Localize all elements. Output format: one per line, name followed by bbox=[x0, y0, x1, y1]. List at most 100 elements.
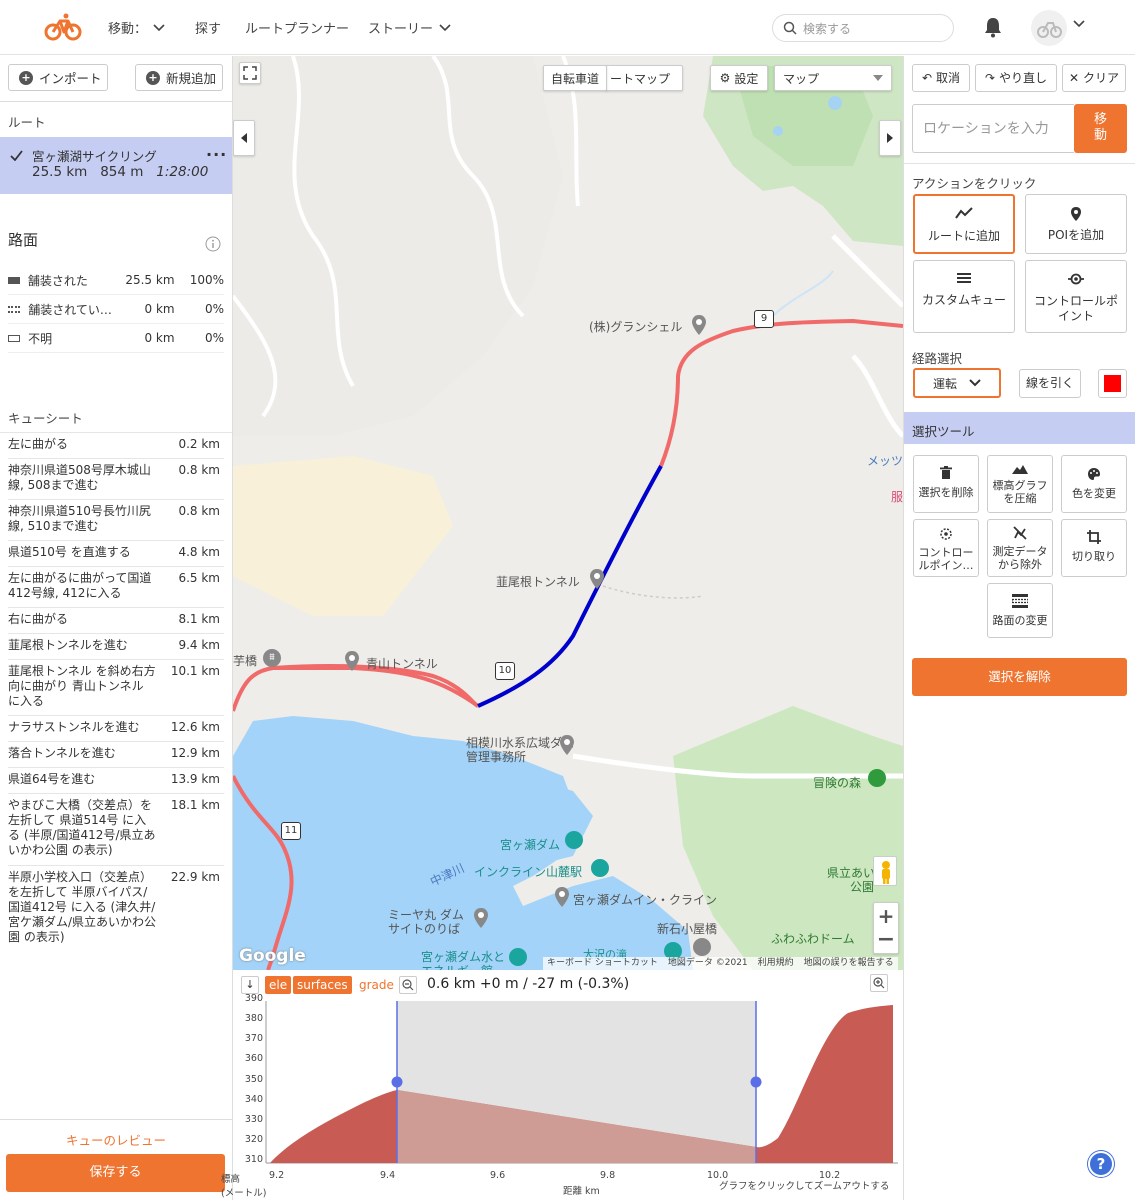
attraction-icon[interactable] bbox=[591, 859, 609, 877]
collapse-elevation-button[interactable]: ↓ bbox=[241, 976, 259, 994]
keyboard-shortcuts-link[interactable]: キーボード ショートカット bbox=[547, 957, 658, 970]
settings-button[interactable]: ⚙ 設定 bbox=[710, 65, 768, 91]
bridge-icon[interactable]: ⩩ bbox=[263, 649, 281, 667]
street-view-pegman[interactable] bbox=[873, 856, 897, 886]
surface-percent: 0% bbox=[204, 331, 225, 345]
shortcut-map-button[interactable]: ートマップ bbox=[605, 65, 683, 91]
map-view[interactable]: 9 10 11 (株)グランシェル 韮尾根トンネル 青山トンネル 芋橋 ⩩ 相模… bbox=[233, 56, 903, 970]
nav-move[interactable]: 移動： bbox=[108, 18, 165, 37]
go-button[interactable]: 移動 bbox=[1074, 104, 1127, 153]
control-point-button[interactable]: コントロールポイント bbox=[1025, 260, 1127, 333]
control-points-tool-button[interactable]: コントロールポイン… bbox=[913, 519, 979, 577]
add-poi-button[interactable]: POIを追加 bbox=[1025, 194, 1127, 254]
bridge-icon[interactable] bbox=[693, 938, 711, 956]
line-color-button[interactable] bbox=[1098, 369, 1127, 398]
selection-end-handle[interactable] bbox=[750, 1076, 762, 1088]
redo-button[interactable]: ↷ やり直し bbox=[975, 64, 1057, 92]
collapse-left-button[interactable] bbox=[233, 120, 255, 156]
tab-grade[interactable]: grade bbox=[357, 976, 396, 994]
help-button[interactable]: ? bbox=[1088, 1151, 1114, 1177]
bike-logo-icon[interactable] bbox=[44, 12, 82, 42]
collapse-right-button[interactable] bbox=[879, 120, 901, 156]
zoom-in-button[interactable]: + bbox=[878, 903, 895, 929]
route-distance: 25.5 km bbox=[32, 164, 88, 180]
unknown-swatch bbox=[8, 334, 21, 342]
compress-elevation-button[interactable]: 標高グラフを圧縮 bbox=[987, 455, 1053, 513]
map-pin-icon[interactable] bbox=[559, 734, 575, 756]
cue-row[interactable]: 半原小学校入口（交差点）を左折して 半原バイパス/国道412号 に入る (津久井… bbox=[8, 866, 224, 953]
cue-row[interactable]: 左に曲がる 0.2 km bbox=[8, 433, 224, 459]
draw-line-button[interactable]: 線を引く bbox=[1019, 369, 1081, 398]
question-icon: ? bbox=[1096, 1155, 1106, 1173]
more-options-icon[interactable]: ··· bbox=[206, 145, 227, 164]
cue-row[interactable]: 韮尾根トンネル を斜め右方向に曲がり 青山トンネル に入る 10.1 km bbox=[8, 660, 224, 716]
elevation-chart[interactable] bbox=[233, 998, 903, 1168]
nav-stories[interactable]: ストーリー bbox=[368, 18, 451, 37]
tab-ele[interactable]: ele bbox=[265, 976, 292, 994]
routing-mode-select[interactable]: 運転 bbox=[913, 368, 1001, 398]
map-pin-icon[interactable] bbox=[473, 907, 489, 929]
undo-icon: ↶ bbox=[921, 70, 933, 85]
exclude-data-button[interactable]: 測定データから除外 bbox=[987, 519, 1053, 577]
change-surface-button[interactable]: 路面の変更 bbox=[987, 583, 1053, 638]
cue-row[interactable]: 落合トンネルを進む 12.9 km bbox=[8, 742, 224, 768]
clear-button[interactable]: ✕ クリア bbox=[1062, 64, 1126, 92]
new-route-button[interactable]: + 新規追加 bbox=[135, 64, 223, 91]
tab-surfaces[interactable]: surfaces bbox=[293, 976, 352, 994]
search-input[interactable]: 検索する bbox=[772, 14, 954, 42]
cue-row[interactable]: 韮尾根トンネルを進む 9.4 km bbox=[8, 634, 224, 660]
road-shield: 9 bbox=[754, 310, 774, 328]
report-error-link[interactable]: 地図の誤りを報告する bbox=[804, 957, 894, 970]
info-icon[interactable] bbox=[205, 236, 221, 252]
location-input[interactable]: ロケーションを入力 bbox=[912, 104, 1074, 153]
cue-text: 半原小学校入口（交差点）を左折して 半原バイパス/国道412号 に入る (津久井… bbox=[8, 870, 157, 944]
y-tick: 370 bbox=[244, 1033, 263, 1044]
cue-distance: 0.2 km bbox=[178, 437, 220, 451]
cue-row[interactable]: 左に曲がるに曲がって国道412号線, 412に入る 6.5 km bbox=[8, 567, 224, 608]
cue-row[interactable]: ナラサストンネルを進む 12.6 km bbox=[8, 716, 224, 742]
undo-button[interactable]: ↶ 取消 bbox=[912, 64, 970, 92]
avatar[interactable] bbox=[1031, 10, 1067, 46]
chevron-down-icon[interactable] bbox=[1073, 20, 1085, 28]
cue-row[interactable]: 右に曲がる 8.1 km bbox=[8, 608, 224, 634]
terms-link[interactable]: 利用規約 bbox=[758, 957, 794, 970]
change-color-button[interactable]: 色を変更 bbox=[1061, 455, 1127, 513]
nav-explore[interactable]: 探す bbox=[195, 18, 221, 37]
cue-review-link[interactable]: キューのレビュー bbox=[0, 1130, 232, 1149]
map-type-select[interactable]: マップ bbox=[774, 65, 892, 91]
crop-button[interactable]: 切り取り bbox=[1061, 519, 1127, 577]
selection-start-handle[interactable] bbox=[391, 1076, 403, 1088]
bell-icon[interactable] bbox=[983, 16, 1003, 38]
import-button[interactable]: + インポート bbox=[8, 64, 108, 91]
zoom-in-elevation-button[interactable] bbox=[870, 974, 888, 992]
route-list-item[interactable]: 宮ヶ瀬湖サイクリング 25.5 km 854 m 1:28:00 ··· bbox=[0, 137, 232, 194]
cue-row[interactable]: 神奈川県道508号厚木城山線, 508まで進む 0.8 km bbox=[8, 459, 224, 500]
bike-lane-toggle[interactable]: 自転車道 bbox=[543, 65, 607, 91]
route-stats: 25.5 km 854 m 1:28:00 bbox=[32, 164, 208, 180]
redo-label: やり直し bbox=[999, 70, 1048, 85]
caret-left-icon bbox=[241, 133, 247, 143]
nav-route-planner[interactable]: ルートプランナー bbox=[245, 18, 349, 37]
map-pin-icon[interactable] bbox=[344, 650, 360, 672]
cue-row[interactable]: 県道64号を進む 13.9 km bbox=[8, 768, 224, 794]
museum-icon[interactable] bbox=[509, 948, 527, 966]
cue-text: 右に曲がる bbox=[8, 612, 69, 626]
divider bbox=[0, 1119, 232, 1120]
attraction-icon[interactable] bbox=[565, 831, 583, 849]
park-icon[interactable] bbox=[868, 769, 886, 787]
map-pin-icon[interactable] bbox=[691, 314, 707, 336]
zoom-out-button[interactable]: − bbox=[877, 929, 895, 953]
deselect-button[interactable]: 選択を解除 bbox=[912, 658, 1127, 696]
cue-row[interactable]: 神奈川県道510号長竹川尻線, 510まで進む 0.8 km bbox=[8, 500, 224, 541]
map-label: ふわふわドーム bbox=[771, 932, 855, 946]
cue-row[interactable]: やまびこ大橋（交差点）を左折して 県道514号 に入る (半原/国道412号/県… bbox=[8, 794, 224, 866]
map-pin-icon[interactable] bbox=[554, 886, 570, 908]
cue-row[interactable]: 県道510号 を直進する 4.8 km bbox=[8, 541, 224, 567]
delete-selection-button[interactable]: 選択を削除 bbox=[913, 455, 979, 513]
custom-cue-button[interactable]: カスタムキュー bbox=[913, 260, 1015, 333]
fullscreen-button[interactable] bbox=[239, 62, 261, 84]
map-pin-icon[interactable] bbox=[589, 568, 605, 590]
add-to-route-button[interactable]: ルートに追加 bbox=[913, 194, 1015, 254]
zoom-out-elevation-button[interactable] bbox=[399, 976, 417, 994]
save-button[interactable]: 保存する bbox=[6, 1154, 225, 1192]
